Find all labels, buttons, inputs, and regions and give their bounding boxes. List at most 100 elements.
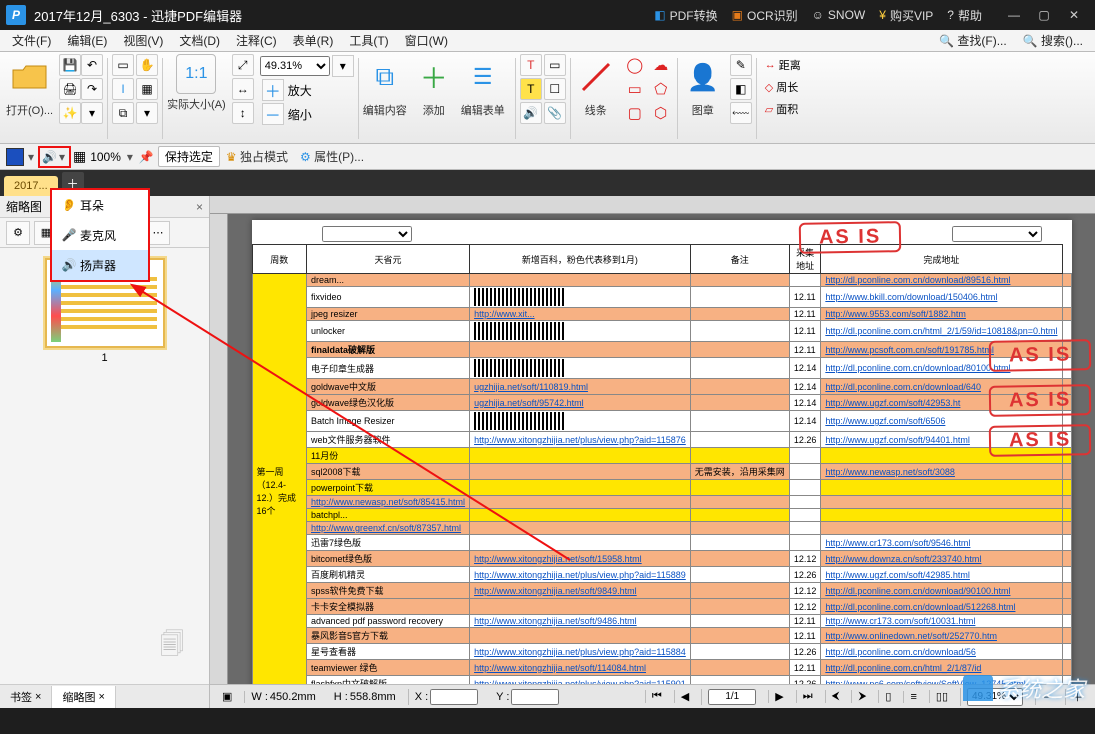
table-row: advanced pdf password recoveryhttp://www… bbox=[252, 615, 1071, 628]
pointer-icon[interactable]: ▭ bbox=[112, 54, 134, 76]
speaker-icon: 🔊 bbox=[42, 150, 57, 164]
star-icon[interactable]: ⬡ bbox=[649, 102, 673, 124]
menu-edit[interactable]: 编辑(E) bbox=[59, 30, 115, 51]
page-dropdown-1[interactable] bbox=[322, 226, 412, 242]
thumbnail-page-number: 1 bbox=[101, 352, 107, 364]
page-last-icon[interactable]: ⏭ bbox=[796, 690, 819, 703]
misc-icon[interactable]: ▾ bbox=[136, 102, 158, 124]
fit-page-icon[interactable]: ⤢ bbox=[232, 54, 254, 76]
eraser-icon[interactable]: ◧ bbox=[730, 78, 752, 100]
coord-x-input[interactable] bbox=[430, 689, 478, 705]
rounded-icon[interactable]: ▢ bbox=[623, 102, 647, 124]
edit-form-icon[interactable]: ☰ bbox=[462, 54, 504, 100]
layout-single-icon[interactable]: ▯ bbox=[878, 690, 897, 703]
text-tool-icon[interactable]: T bbox=[520, 54, 542, 76]
tab-bookmark[interactable]: 书签 × bbox=[0, 686, 52, 708]
new-icon[interactable]: ✨ bbox=[59, 102, 81, 124]
pdf-convert-button[interactable]: ◧PDF转换 bbox=[654, 7, 717, 24]
polygon-icon[interactable]: ⬠ bbox=[649, 78, 673, 100]
zoom-out-icon[interactable]: － bbox=[262, 103, 284, 125]
page-dropdown-2[interactable] bbox=[952, 226, 1042, 242]
measure-area[interactable]: ▱ 面积 bbox=[765, 98, 801, 120]
exclusive-mode[interactable]: ♛ 独占模式 bbox=[226, 148, 288, 165]
thumb-options-icon[interactable]: ⚙ bbox=[6, 221, 30, 245]
properties-button[interactable]: ⚙ 属性(P)... bbox=[300, 148, 364, 165]
sound-menu-speaker[interactable]: 🔊扬声器 bbox=[52, 250, 148, 280]
undo-icon[interactable]: ↶ bbox=[81, 54, 103, 76]
ocr-button[interactable]: ▣OCR识别 bbox=[732, 7, 798, 24]
audio-icon[interactable]: 🔊 bbox=[520, 102, 542, 124]
menu-view[interactable]: 视图(V) bbox=[115, 30, 171, 51]
tab-thumbnails[interactable]: 缩略图 × bbox=[52, 686, 115, 708]
opacity-value[interactable]: 100% bbox=[90, 150, 121, 164]
maximize-button[interactable]: ▢ bbox=[1029, 0, 1059, 30]
select-area-icon[interactable]: ▦ bbox=[136, 78, 158, 100]
snapshot-icon[interactable]: ⧉ bbox=[112, 102, 134, 124]
pattern-icon[interactable]: ▦ bbox=[73, 148, 86, 165]
actual-size-icon[interactable]: 1:1 bbox=[176, 54, 216, 94]
edit-content-icon[interactable]: ⧉ bbox=[364, 54, 406, 100]
menu-file[interactable]: 文件(F) bbox=[4, 30, 59, 51]
fit-width-icon[interactable]: ↔ bbox=[232, 78, 254, 100]
menu-comment[interactable]: 注释(C) bbox=[228, 30, 285, 51]
zoom-step-icon[interactable]: ▾ bbox=[332, 55, 354, 77]
attach-icon[interactable]: 📎 bbox=[544, 102, 566, 124]
user-button[interactable]: ☺SNOW bbox=[812, 8, 866, 22]
page-first-icon[interactable]: ⏮ bbox=[645, 690, 668, 703]
highlight-icon[interactable]: T bbox=[520, 78, 542, 100]
pdf-page[interactable]: 周数天省元新增百科，粉色代表移到1月)备注采集地址完成地址 第一周（12.4-1… bbox=[252, 220, 1072, 684]
table-row: goldwave中文版ugzhijia.net/soft/110819.html… bbox=[252, 379, 1071, 395]
nav-back-icon[interactable]: ⮜ bbox=[825, 690, 846, 703]
page-number-input[interactable] bbox=[708, 689, 756, 705]
rect-icon[interactable]: ▭ bbox=[623, 78, 647, 100]
blank-icon[interactable]: ▾ bbox=[81, 102, 103, 124]
page-stack-icon[interactable]: 🗐 bbox=[160, 627, 184, 668]
close-button[interactable]: ✕ bbox=[1059, 0, 1089, 30]
color-swatch[interactable] bbox=[6, 148, 24, 166]
zoom-in-icon[interactable]: ＋ bbox=[262, 79, 284, 101]
shape2-icon[interactable]: ⬳ bbox=[730, 102, 752, 124]
layout-cont-icon[interactable]: ≡ bbox=[903, 691, 922, 703]
lines-icon[interactable] bbox=[575, 54, 617, 100]
stamp-icon[interactable]: 👤 bbox=[682, 54, 724, 100]
cloud-icon[interactable]: ☁ bbox=[649, 54, 673, 76]
search-button[interactable]: 🔍 搜索()... bbox=[1015, 30, 1091, 51]
panel-close-icon[interactable]: × bbox=[196, 200, 203, 214]
minimize-button[interactable]: — bbox=[999, 0, 1029, 30]
watermark: 系统之家 bbox=[963, 672, 1085, 704]
nav-fwd-icon[interactable]: ⮞ bbox=[851, 690, 872, 703]
vip-button[interactable]: ¥购买VIP bbox=[879, 7, 933, 24]
menu-window[interactable]: 窗口(W) bbox=[397, 30, 456, 51]
page-next-icon[interactable]: ▶ bbox=[768, 690, 789, 703]
open-group[interactable]: 打开(O)... bbox=[6, 54, 53, 143]
select-text-icon[interactable]: I bbox=[112, 78, 134, 100]
pin-icon[interactable]: 📌 bbox=[139, 150, 154, 164]
page-prev-icon[interactable]: ◀ bbox=[674, 690, 695, 703]
layout-facing-icon[interactable]: ▯▯ bbox=[929, 690, 954, 703]
redo-icon[interactable]: ↷ bbox=[81, 78, 103, 100]
menu-tools[interactable]: 工具(T) bbox=[341, 30, 396, 51]
save-icon[interactable]: 💾 bbox=[59, 54, 81, 76]
help-button[interactable]: ?帮助 bbox=[947, 7, 982, 24]
menu-form[interactable]: 表单(R) bbox=[285, 30, 342, 51]
sound-dropdown-trigger[interactable]: 🔊▾ bbox=[38, 146, 71, 168]
sound-menu-ear[interactable]: 👂耳朵 bbox=[52, 190, 148, 220]
sound-menu-mic[interactable]: 🎤麦克风 bbox=[52, 220, 148, 250]
zoom-select[interactable]: 49.31% bbox=[260, 56, 330, 76]
ribbon: 打开(O)... 💾 🖨 ✨ ↶ ↷ ▾ ▭ ✋ I ▦ ⧉ ▾ 1:1 实际大… bbox=[0, 52, 1095, 144]
callout-icon[interactable]: ☐ bbox=[544, 78, 566, 100]
crop-icon[interactable]: ▣ bbox=[216, 690, 238, 703]
menu-document[interactable]: 文档(D) bbox=[171, 30, 228, 51]
coord-y-input[interactable] bbox=[511, 689, 559, 705]
measure-perimeter[interactable]: ◇ 周长 bbox=[765, 76, 801, 98]
ellipse-icon[interactable]: ◯ bbox=[623, 54, 647, 76]
add-icon[interactable]: ＋ bbox=[413, 54, 455, 100]
hand-icon[interactable]: ✋ bbox=[136, 54, 158, 76]
print-icon[interactable]: 🖨 bbox=[59, 78, 81, 100]
find-button[interactable]: 🔍 查找(F)... bbox=[931, 30, 1015, 51]
note-tool-icon[interactable]: ▭ bbox=[544, 54, 566, 76]
keep-select-toggle[interactable]: 保持选定 bbox=[158, 146, 220, 167]
measure-distance[interactable]: ↔ 距离 bbox=[765, 54, 801, 76]
pencil-icon[interactable]: ✎ bbox=[730, 54, 752, 76]
fit-height-icon[interactable]: ↕ bbox=[232, 102, 254, 124]
